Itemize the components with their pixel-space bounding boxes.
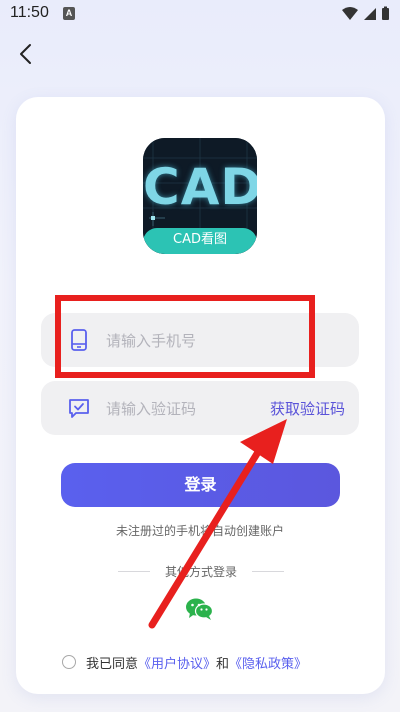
agreement-text: 我已同意《用户协议》和《隐私政策》 (86, 653, 307, 672)
phone-input[interactable]: 请输入手机号 (41, 313, 359, 367)
code-input[interactable]: 请输入验证码 获取验证码 (41, 381, 359, 435)
logo-cad-text: CAD (143, 158, 257, 216)
signal-icon (364, 8, 376, 20)
app-logo: CAD CAD看图 (143, 138, 257, 254)
logo-band-text: CAD看图 (143, 228, 257, 254)
code-placeholder: 请输入验证码 (106, 400, 197, 418)
chevron-left-icon (20, 44, 31, 64)
wechat-login-button[interactable] (185, 597, 214, 621)
user-agreement-link[interactable]: 《用户协议》 (138, 657, 216, 672)
auto-register-hint: 未注册过的手机将自动创建账户 (115, 524, 284, 538)
get-code-button[interactable]: 获取验证码 (270, 398, 345, 419)
status-icons (340, 5, 392, 27)
message-check-icon (67, 396, 91, 420)
agree-radio[interactable] (62, 655, 76, 669)
phone-placeholder: 请输入手机号 (106, 332, 197, 350)
agreement-prefix: 我已同意 (86, 657, 139, 672)
wifi-icon (342, 7, 358, 20)
battery-icon (382, 6, 389, 20)
other-login-divider: 其他方式登录 (118, 563, 284, 579)
status-time: 11:50 (10, 4, 49, 21)
agreement-and: 和 (216, 657, 230, 672)
status-bar: 11:50 A (0, 0, 400, 28)
wechat-icon (186, 598, 214, 620)
login-button[interactable]: 登录 (61, 463, 340, 507)
privacy-policy-link[interactable]: 《隐私政策》 (229, 657, 307, 672)
phone-icon (67, 328, 91, 352)
notification-icon: A (63, 7, 75, 20)
divider-line-right (252, 571, 284, 572)
back-button[interactable] (14, 40, 38, 68)
